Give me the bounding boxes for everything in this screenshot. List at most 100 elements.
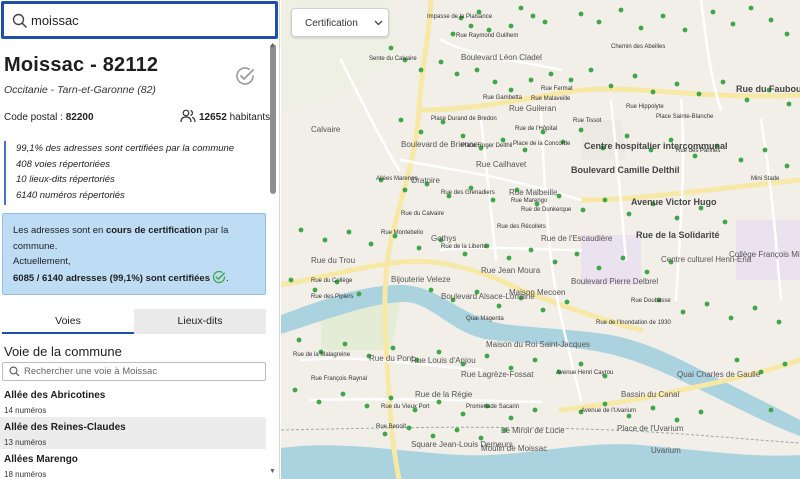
- map-label: Boulevard Pierre Delbrel: [571, 277, 659, 286]
- map-label: Rue Benoît: [376, 424, 407, 430]
- search-value: moissac: [31, 13, 79, 28]
- stat-lieux-dits: 10 lieux-dits répertoriés: [16, 174, 115, 185]
- voie-name: Allées Marengo: [4, 454, 78, 465]
- map-label: Rue Tissot: [573, 118, 602, 124]
- postal-value: 82200: [65, 112, 94, 123]
- map-label: Rue des Pipiers: [311, 294, 354, 300]
- scroll-up-icon[interactable]: ▲: [269, 42, 276, 49]
- voie-count: 13 numéros: [4, 438, 47, 447]
- commune-search-input[interactable]: moissac: [1, 1, 278, 39]
- map-label: Rue Louis d'Anjou: [411, 356, 476, 365]
- map-label: Rue François Raynal: [311, 376, 368, 382]
- map-label: Maison Mecoen: [509, 288, 566, 297]
- map-label: Mini Stade: [751, 176, 780, 182]
- map-label: Avenue de l'Uvarium: [581, 408, 637, 414]
- people-icon: [180, 109, 196, 123]
- scroll-down-icon[interactable]: ▼: [269, 468, 276, 475]
- map-label: Quai Charles de Gaulle: [677, 370, 761, 379]
- stat-voies: 408 voies répertoriées: [16, 158, 110, 170]
- map-label: Rue Gambetta: [483, 95, 523, 101]
- map-label: Rue de l'Escaudière: [541, 234, 613, 243]
- map-label: Moulin de Moissac: [481, 444, 548, 453]
- map-label: Rue des Pannes: [676, 148, 721, 154]
- map-label: Place Sainte-Blanche: [656, 114, 714, 120]
- certification-filter-label: Certification: [305, 18, 358, 29]
- list-item[interactable]: Allée des Reines-Claudes 13 numéros: [0, 417, 266, 449]
- map-label: Rue Lagrèze-Fossat: [461, 370, 534, 379]
- population-label: habitants: [226, 112, 271, 123]
- map-label: Rue Jean Moura: [481, 266, 541, 275]
- map-label: Rue du Collège: [311, 278, 353, 284]
- map-label: Rue Fermat: [541, 86, 573, 92]
- map-label: Rue du Vieux Port: [381, 404, 430, 410]
- info-text-a: Les adresses sont en: [13, 225, 106, 236]
- info-text-b: cours de certification: [105, 225, 203, 236]
- commune-title: Moissac - 82112: [4, 54, 159, 76]
- certified-check-icon: [212, 270, 226, 283]
- map-label: Place Roger Delthil: [461, 143, 513, 149]
- map-view[interactable]: Certification Impasse de la Plaisance Bo…: [281, 0, 800, 479]
- map-label: Gothys: [431, 234, 457, 243]
- map-label: Avenue Henri Cayrou: [556, 370, 614, 376]
- map-label: Rue de la Liberté: [441, 244, 487, 250]
- info-text-line3: 6085 / 6140 adresses (99,1%) sont certif…: [13, 272, 210, 284]
- commune-region: Occitanie - Tarn-et-Garonne (82): [4, 84, 156, 96]
- map-label: Rue Montebello: [381, 230, 424, 236]
- map-label: Chemin des Abeilles: [611, 44, 666, 50]
- map-label: Quai Magenta: [466, 316, 504, 322]
- map-label: Rue du Pont: [369, 354, 414, 363]
- stat-numeros: 6140 numéros répertoriés: [16, 189, 125, 201]
- voie-name: Allée des Abricotines: [4, 390, 106, 401]
- map-label: Rue Hippolyte: [626, 104, 664, 110]
- map-label: Boulevard Camille Delthil: [571, 165, 680, 175]
- map-label: Collège François Mitterrand: [729, 250, 800, 259]
- map-label: Rue Malaveille: [531, 96, 571, 102]
- certification-info-box: Les adresses sont en cours de certificat…: [2, 213, 266, 295]
- map-label: Bassin du Canal: [621, 390, 680, 399]
- certification-filter-select[interactable]: Certification: [291, 8, 389, 37]
- map-label: Rue de la Solidarité: [636, 230, 720, 240]
- sidebar-panel: moissac ▲ ▼ Moissac - 82112 Occitanie - …: [0, 0, 280, 479]
- map-label: Rue de Dunkerque: [521, 207, 572, 213]
- map-label: Rue Raymond Guilhem: [456, 33, 519, 39]
- map-label: Avenue Victor Hugo: [631, 197, 717, 207]
- map-label: Place de l'Uvarium: [617, 424, 684, 433]
- map-label: Rue Marengo: [511, 198, 548, 204]
- voie-search-placeholder: Rechercher une voie à Moissac: [24, 366, 158, 377]
- map-label: Rue de l'Inondation de 1930: [596, 320, 671, 326]
- check-circle-icon: [236, 67, 254, 85]
- map-label: Place Durand de Bredon: [431, 116, 497, 122]
- voie-name: Allée des Reines-Claudes: [4, 422, 126, 433]
- tab-lieux-dits[interactable]: Lieux-dits: [134, 309, 266, 334]
- map-label: Rue de la Malagreine: [293, 352, 351, 358]
- tabs: Voies Lieux-dits: [2, 309, 266, 334]
- postal-code: Code postal : 82200: [4, 112, 94, 123]
- search-icon: [9, 366, 20, 377]
- map-label: Rue Doubasse: [631, 298, 671, 304]
- scrollbar-thumb[interactable]: [270, 44, 276, 194]
- map-label: Rue des Récollets: [497, 224, 546, 230]
- voie-list: Allée des Abricotines 14 numéros Allée d…: [0, 385, 266, 479]
- map-label: Rue de l'Hôpital: [515, 126, 558, 132]
- tab-voies[interactable]: Voies: [2, 309, 134, 334]
- map-label: Rue du Trou: [311, 256, 356, 265]
- commune-stats: 99,1% des adresses sont certifiées par l…: [4, 141, 266, 205]
- population-value: 12652: [199, 112, 227, 123]
- voie-count: 18 numéros: [4, 470, 47, 479]
- info-text-line2: Actuellement,: [13, 256, 71, 267]
- voie-search-input[interactable]: Rechercher une voie à Moissac: [2, 362, 266, 381]
- list-item[interactable]: Allées Marengo 18 numéros: [0, 449, 266, 479]
- map-label: Promenade Sacarin: [466, 404, 520, 410]
- population: 12652 habitants: [199, 112, 270, 123]
- search-icon: [12, 13, 28, 29]
- map-label: Calvaire: [311, 125, 341, 134]
- map-label: Rue des Grenadiers: [441, 190, 495, 196]
- map-label: Sente du Calvaire: [369, 56, 417, 62]
- voie-count: 14 numéros: [4, 406, 47, 415]
- list-item[interactable]: Allée des Abricotines 14 numéros: [0, 385, 266, 417]
- map-label: Rue Malbeille: [509, 188, 558, 197]
- map-label: Bijouterie Veleze: [391, 275, 451, 284]
- map-label: Impasse de la Plaisance: [427, 14, 493, 20]
- chevron-down-icon: [374, 20, 383, 26]
- map-label: Rue de la Régie: [415, 390, 473, 399]
